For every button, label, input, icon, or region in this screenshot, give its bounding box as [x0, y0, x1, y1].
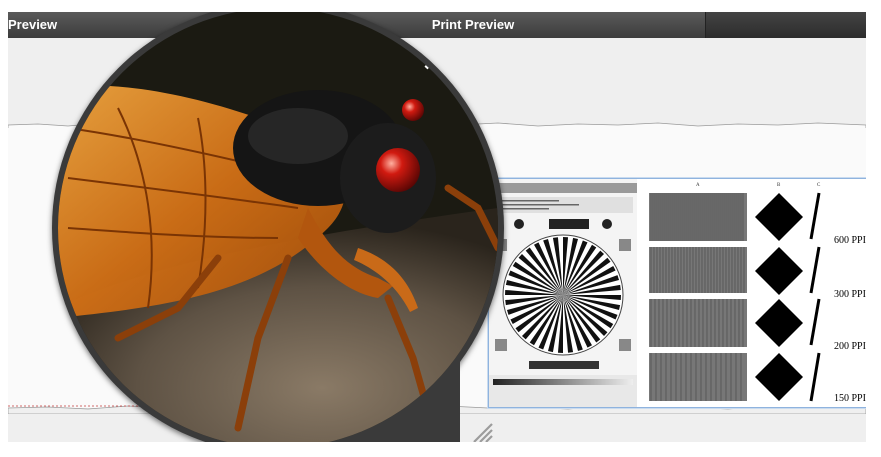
window-title: Print Preview	[431, 17, 515, 32]
ppi-label-600: 600 PPI	[834, 235, 866, 246]
magnifier-lens[interactable]	[58, 12, 498, 442]
column-label-a: A	[696, 183, 700, 188]
test-chart-graphic	[489, 179, 866, 407]
title-bar-right-panel	[705, 12, 866, 38]
preview-tab[interactable]: Preview	[8, 12, 57, 38]
column-label-b: B	[777, 183, 781, 188]
ppi-label-150: 150 PPI	[834, 393, 866, 404]
resize-grip-icon[interactable]	[466, 416, 496, 442]
siemens-star	[502, 234, 624, 356]
ppi-label-300: 300 PPI	[834, 289, 866, 300]
ppi-label-200: 200 PPI	[834, 341, 866, 352]
column-label-c: C	[817, 183, 821, 188]
print-preview-window: Preview Print Preview A B C 600 PPI 300 …	[8, 12, 866, 442]
title-bar: Preview Print Preview	[8, 12, 866, 39]
cicada-photo	[58, 12, 498, 442]
resolution-test-chart: A B C 600 PPI 300 PPI 200 PPI 150 PPI	[488, 178, 866, 408]
